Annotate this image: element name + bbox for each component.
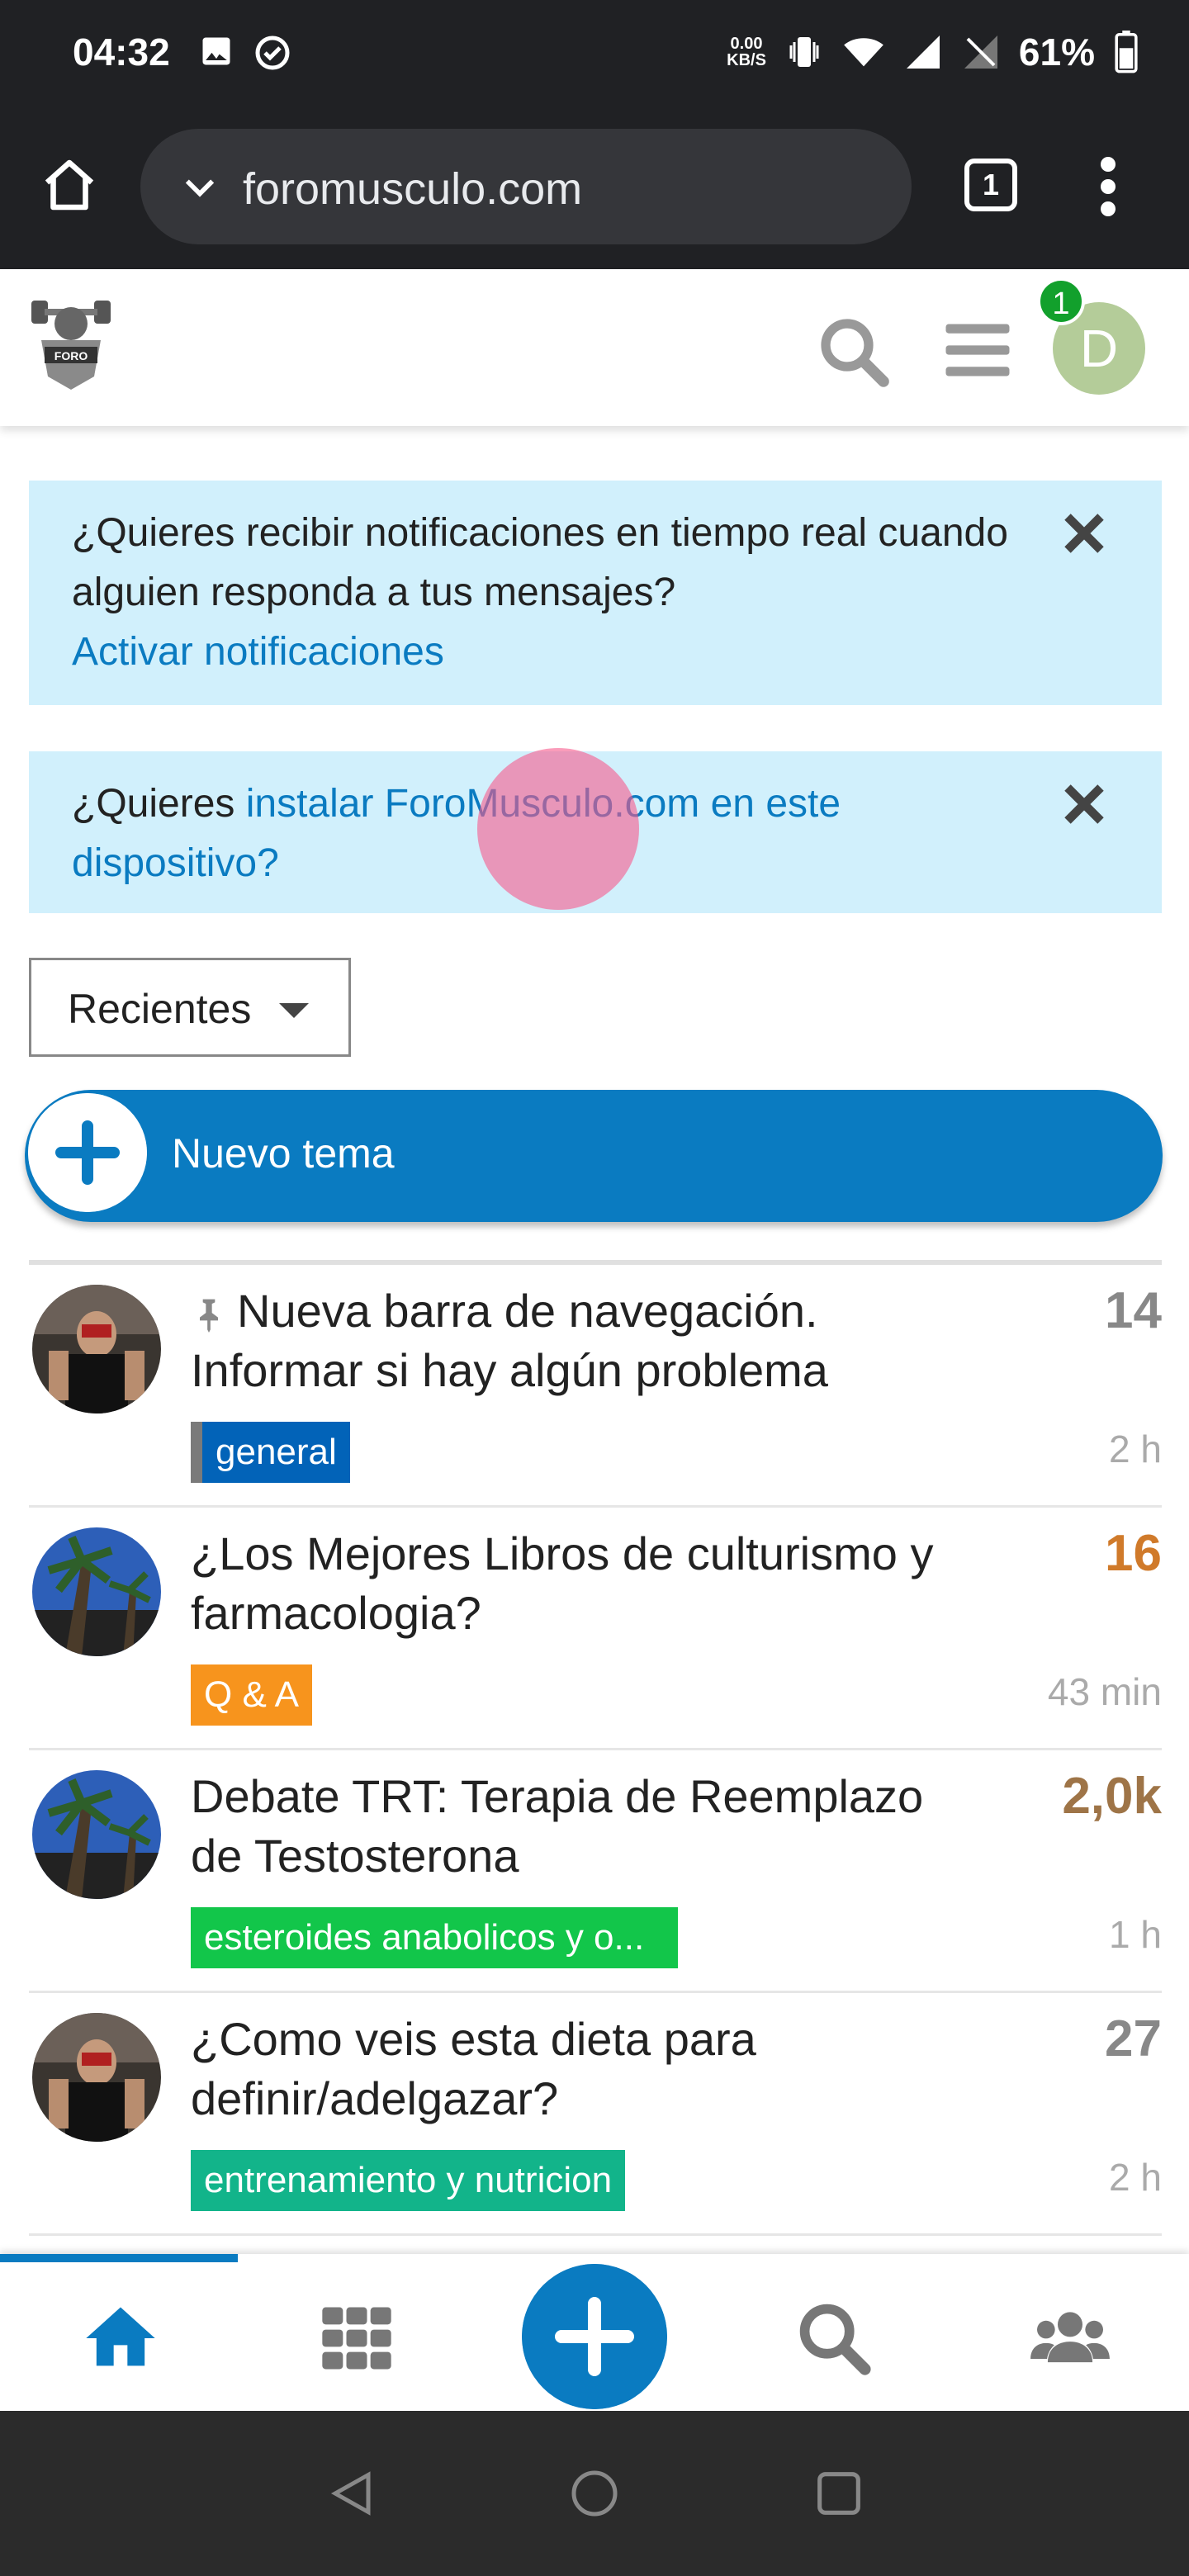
caret-down-icon xyxy=(279,1003,309,1018)
close-icon[interactable] xyxy=(1059,509,1109,558)
notifications-banner: ¿Quieres recibir notificaciones en tiemp… xyxy=(29,481,1162,705)
poster-avatar[interactable] xyxy=(32,1770,161,1899)
wifi-icon xyxy=(844,38,883,67)
topic-row[interactable]: ¿Los Mejores Libros de culturismo y farm… xyxy=(29,1508,1162,1750)
topic-title[interactable]: Debate TRT: Terapia de Reemplazo de Test… xyxy=(191,1767,983,1886)
url-text[interactable]: foromusculo.com xyxy=(243,163,582,215)
net-speed: 0.00 KB/S xyxy=(727,36,766,69)
topic-title[interactable]: ¿Los Mejores Libros de culturismo y farm… xyxy=(191,1524,983,1643)
activity-time[interactable]: 2 h xyxy=(1109,2155,1162,2200)
image-icon xyxy=(202,37,230,65)
signal-icon xyxy=(906,36,940,69)
back-icon[interactable] xyxy=(327,2467,377,2520)
poster-avatar[interactable] xyxy=(32,2013,161,2142)
activity-time[interactable]: 1 h xyxy=(1109,1912,1162,1957)
enable-notifications-link[interactable]: Activar notificaciones xyxy=(72,630,444,674)
close-icon[interactable] xyxy=(1059,779,1109,829)
plus-icon[interactable] xyxy=(522,2264,667,2409)
category-badge[interactable]: esteroides anabolicos y o... xyxy=(191,1907,678,1968)
home-icon[interactable] xyxy=(79,2297,162,2379)
more-vert-icon[interactable] xyxy=(1098,157,1118,216)
topic-row[interactable]: Nueva barra de navegación. Informar si h… xyxy=(29,1265,1162,1508)
activity-time[interactable]: 2 h xyxy=(1109,1427,1162,1471)
hamburger-menu-icon[interactable] xyxy=(943,320,1012,380)
category-badge[interactable]: entrenamiento y nutricion xyxy=(191,2150,626,2211)
touch-indicator xyxy=(477,748,639,910)
reply-count: 16 xyxy=(1105,1525,1162,1582)
net-speed-unit: KB/S xyxy=(727,51,766,69)
notification-badge[interactable]: 1 xyxy=(1037,277,1085,325)
activity-time[interactable]: 43 min xyxy=(1048,1669,1162,1714)
chevron-down-icon[interactable] xyxy=(178,165,221,208)
search-icon[interactable] xyxy=(793,2297,875,2379)
reply-count: 2,0k xyxy=(1062,1768,1162,1825)
svg-text:FORO: FORO xyxy=(54,349,88,362)
status-bar: 04:32 0.00 KB/S 61% xyxy=(0,0,1189,106)
site-header: FORO D 1 xyxy=(0,269,1189,426)
topic-title[interactable]: ¿Como veis esta dieta para definir/adelg… xyxy=(191,2010,983,2129)
topic-filter-dropdown[interactable]: Recientes xyxy=(29,958,351,1057)
topic-title[interactable]: Nueva barra de navegación. Informar si h… xyxy=(191,1281,983,1400)
system-navigation-bar xyxy=(0,2411,1189,2576)
pin-icon xyxy=(200,1299,218,1333)
bottom-navigation xyxy=(0,2254,1189,2411)
poster-avatar[interactable] xyxy=(32,1285,161,1413)
home-circle-icon[interactable] xyxy=(570,2469,619,2518)
home-icon[interactable] xyxy=(40,155,99,215)
new-topic-button[interactable]: Nuevo tema xyxy=(25,1090,1163,1222)
topic-row[interactable]: ¿Como veis esta dieta para definir/adelg… xyxy=(29,1993,1162,2236)
topic-title-text[interactable]: Nueva barra de navegación. Informar si h… xyxy=(191,1285,828,1396)
topic-filter-label: Recientes xyxy=(68,986,252,1032)
check-circle-icon xyxy=(255,36,290,70)
vibrate-icon xyxy=(789,37,819,67)
no-signal-icon xyxy=(964,36,997,69)
plus-icon xyxy=(28,1093,147,1212)
battery-icon xyxy=(1115,31,1138,73)
install-banner-prefix: ¿Quieres xyxy=(72,782,246,826)
new-topic-label: Nuevo tema xyxy=(172,1130,395,1177)
address-bar[interactable]: foromusculo.com xyxy=(140,129,912,244)
battery-percent: 61% xyxy=(1018,31,1095,73)
browser-toolbar: foromusculo.com 1 xyxy=(0,106,1189,269)
net-speed-value: 0.00 xyxy=(730,35,763,53)
notifications-banner-text: ¿Quieres recibir notificaciones en tiemp… xyxy=(72,511,1008,614)
status-left-icons xyxy=(198,33,292,73)
reply-count: 14 xyxy=(1105,1282,1162,1339)
poster-avatar[interactable] xyxy=(32,1527,161,1656)
grid-icon[interactable] xyxy=(315,2297,398,2379)
search-icon[interactable] xyxy=(814,312,893,391)
reply-count: 27 xyxy=(1105,2010,1162,2067)
category-badge[interactable]: general xyxy=(191,1422,350,1483)
users-icon[interactable] xyxy=(1029,2297,1111,2379)
tab-switcher-button[interactable]: 1 xyxy=(964,159,1017,211)
status-time: 04:32 xyxy=(73,31,170,73)
category-badge[interactable]: Q & A xyxy=(191,1664,312,1726)
site-logo[interactable]: FORO xyxy=(28,294,114,398)
active-tab-indicator xyxy=(0,2254,238,2262)
topic-row[interactable]: Debate TRT: Terapia de Reemplazo de Test… xyxy=(29,1750,1162,1993)
status-right-icons: 0.00 KB/S 61% xyxy=(727,30,1139,74)
recents-icon[interactable] xyxy=(816,2470,862,2517)
